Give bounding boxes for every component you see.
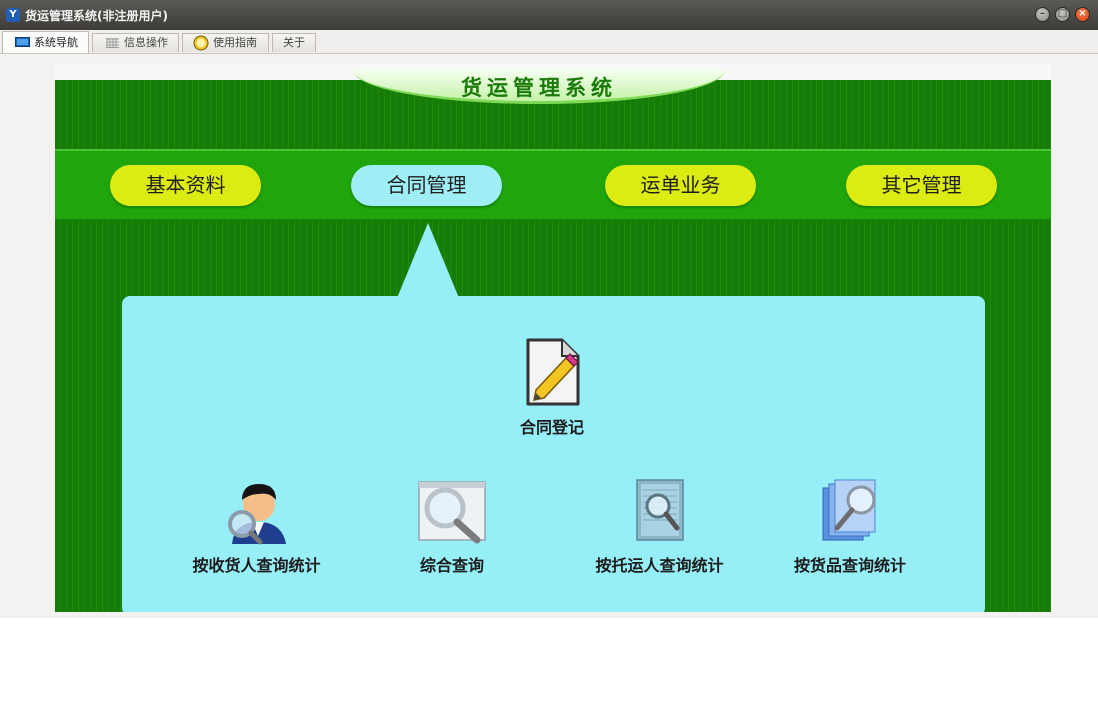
function-label: 合同登记 (519, 418, 584, 437)
maximize-icon: □ (1057, 8, 1068, 19)
app-window: Y 货运管理系统(非注册用户) – □ × 系统导航 信息操作 使用指南 关于 … (0, 0, 1098, 618)
function-label: 综合查询 (419, 556, 484, 575)
contract-register-button[interactable]: 合同登记 (492, 338, 612, 438)
general-query-button[interactable]: 综合查询 (397, 478, 507, 576)
module-nav-band: 基本资料 合同管理 运单业务 其它管理 (55, 149, 1051, 220)
monitor-icon (15, 37, 30, 47)
close-button[interactable]: × (1075, 7, 1090, 22)
system-title: 货运管理系统 (461, 76, 617, 100)
magnifier-window-icon (418, 481, 486, 544)
query-by-consignee-button[interactable]: 按收货人查询统计 (184, 478, 329, 576)
query-by-goods-button[interactable]: 按货品查询统计 (785, 478, 915, 576)
app-logo-icon: Y (6, 8, 20, 22)
tab-info-ops[interactable]: 信息操作 (92, 33, 179, 52)
tab-label: 系统导航 (34, 36, 78, 49)
query-by-shipper-button[interactable]: 按托运人查询统计 (587, 478, 732, 576)
nav-basic-data[interactable]: 基本资料 (110, 165, 261, 206)
function-label: 按货品查询统计 (793, 556, 906, 575)
tab-label: 使用指南 (213, 36, 257, 49)
nav-other-mgmt[interactable]: 其它管理 (846, 165, 997, 206)
tab-bar: 系统导航 信息操作 使用指南 关于 (0, 30, 1098, 54)
nav-waybill[interactable]: 运单业务 (605, 165, 756, 206)
edit-document-icon (526, 338, 580, 406)
document-search-icon (635, 479, 684, 541)
tab-user-guide[interactable]: 使用指南 (182, 33, 269, 52)
panel-pointer (397, 223, 459, 298)
function-panel: 合同登记 按收货人查询统计 综合查询 按托运人查询统计 按货品查询统计 (122, 296, 985, 612)
tab-label: 关于 (283, 36, 305, 49)
title-bar[interactable]: Y 货运管理系统(非注册用户) – □ × (0, 0, 1098, 30)
nav-board: 货运管理系统 基本资料 合同管理 运单业务 其它管理 合同登记 按收货人查询统计… (55, 64, 1051, 612)
main-content: 货运管理系统 基本资料 合同管理 运单业务 其它管理 合同登记 按收货人查询统计… (0, 54, 1098, 618)
tab-label: 信息操作 (124, 36, 168, 49)
window-title: 货运管理系统(非注册用户) (25, 9, 168, 23)
close-icon: × (1078, 8, 1087, 19)
minimize-button[interactable]: – (1035, 7, 1050, 22)
user-search-icon (227, 484, 286, 545)
function-label: 按收货人查询统计 (192, 556, 321, 575)
grid-icon (106, 38, 119, 48)
help-face-icon (193, 35, 209, 51)
function-label: 按托运人查询统计 (595, 556, 724, 575)
stack-search-icon (822, 479, 876, 541)
nav-contract-mgmt[interactable]: 合同管理 (351, 165, 502, 206)
maximize-button[interactable]: □ (1055, 7, 1070, 22)
tab-about[interactable]: 关于 (272, 33, 316, 52)
tab-system-nav[interactable]: 系统导航 (2, 31, 89, 53)
minimize-icon: – (1040, 8, 1045, 19)
